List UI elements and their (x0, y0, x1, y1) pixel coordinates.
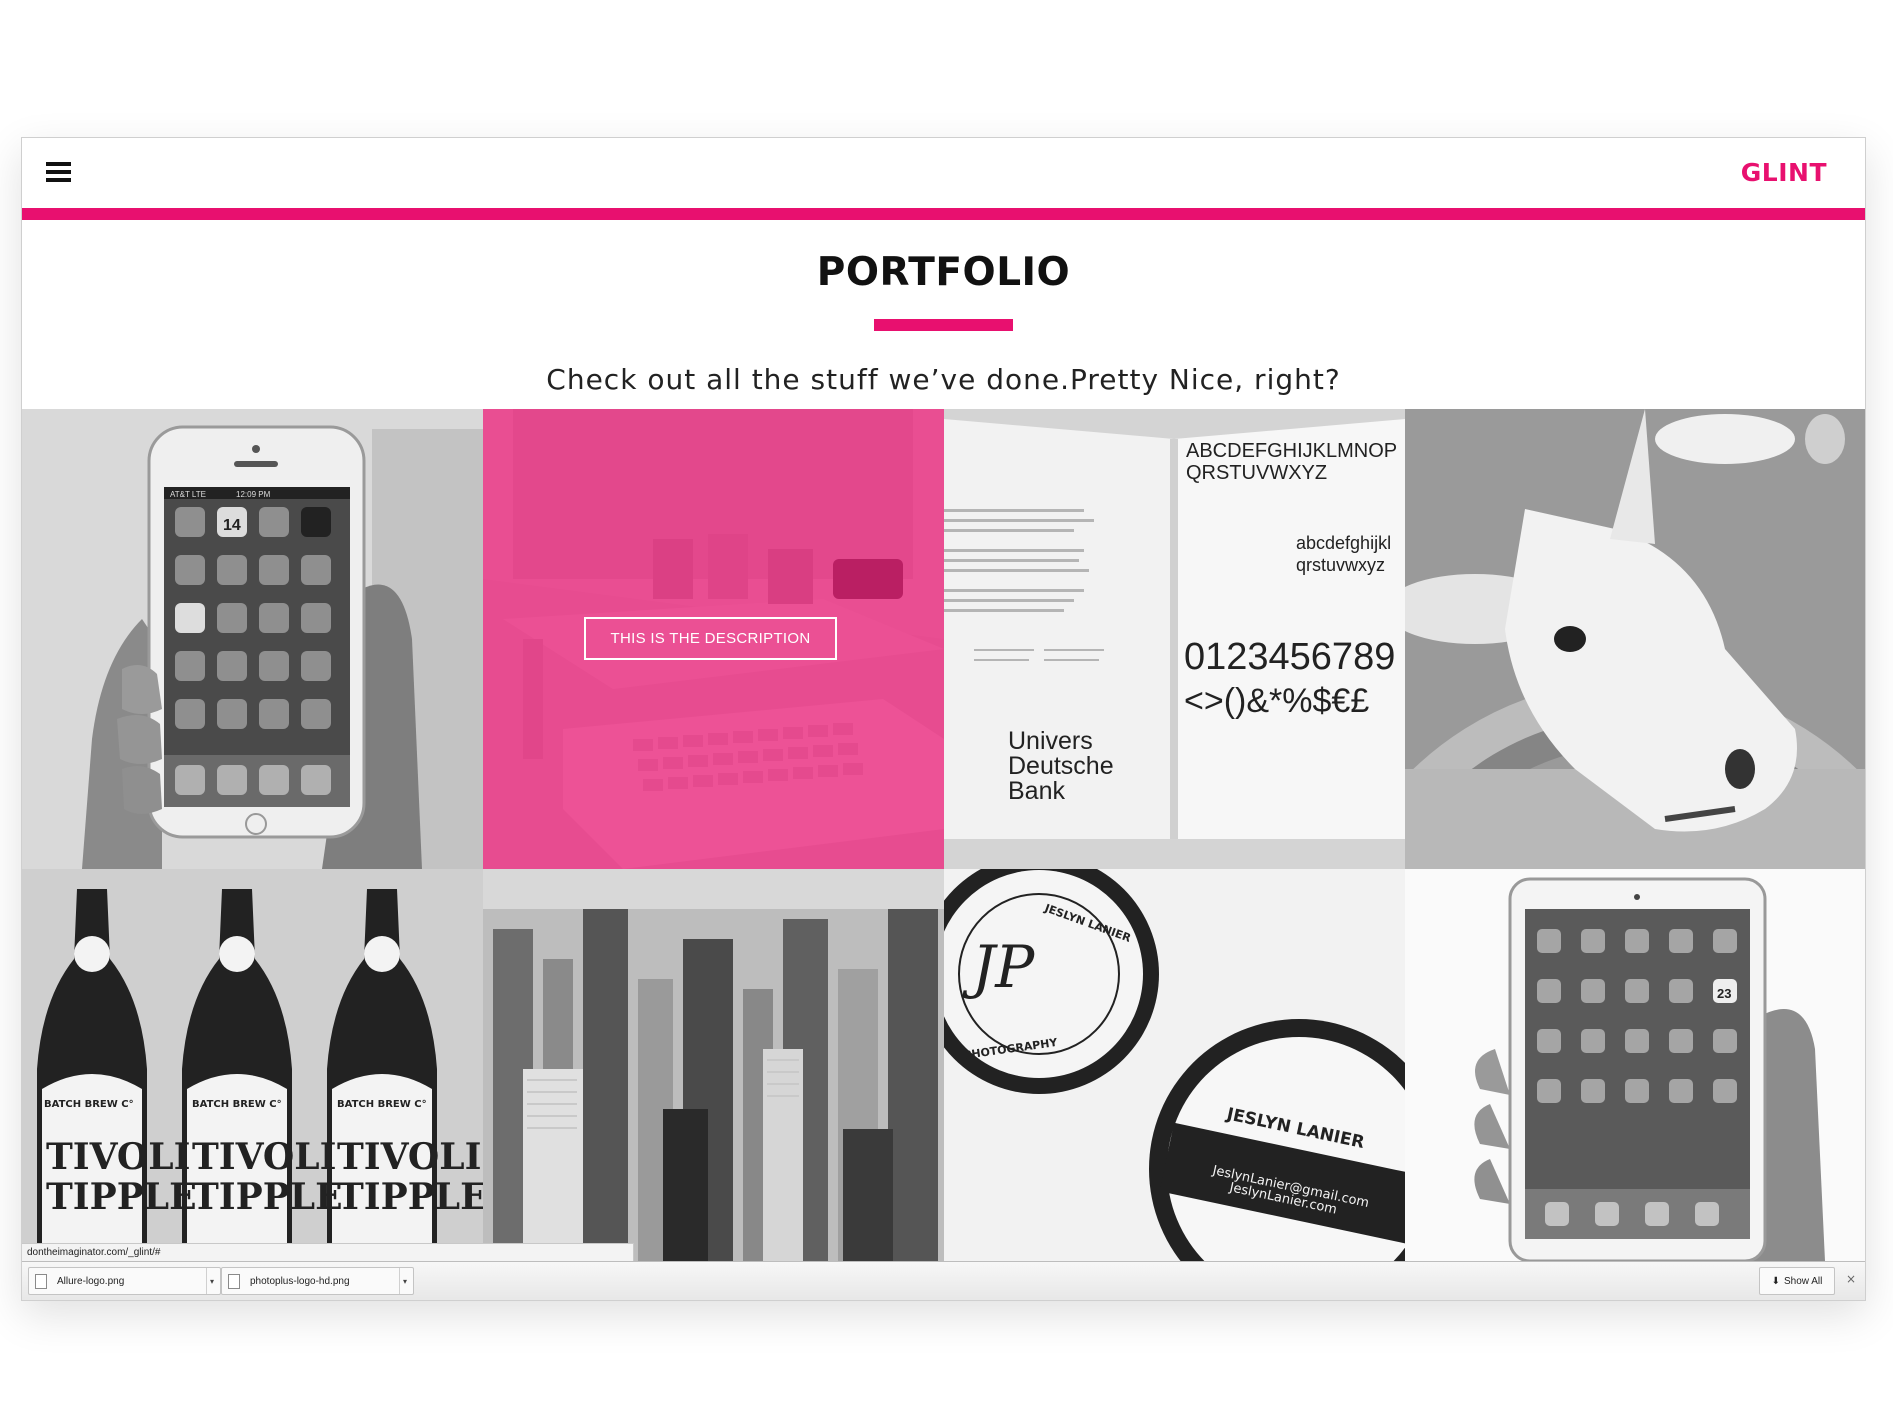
section-subtitle: Check out all the stuff we’ve done.Prett… (546, 363, 1341, 396)
svg-text:JP: JP (962, 933, 1035, 1001)
show-all-label: Show All (1784, 1275, 1823, 1287)
portfolio-item-workspace[interactable]: THIS IS THE DESCRIPTION (483, 409, 944, 869)
description-button[interactable]: THIS IS THE DESCRIPTION (584, 617, 837, 660)
downloads-bar: Allure-logo.png ▾ photoplus-logo-hd.png … (22, 1261, 1865, 1300)
portfolio-item-typography[interactable]: ABCDEFGHIJKLMNOP QRSTUVWXYZ abcdefghijkl… (944, 409, 1405, 869)
svg-text:BATCH BREW C°: BATCH BREW C° (337, 1099, 427, 1110)
portfolio-item-unicorn[interactable] (1405, 409, 1865, 869)
section-title: PORTFOLIO (816, 250, 1071, 295)
ipad-calendar-date: 23 (1717, 986, 1731, 1001)
chevron-down-icon[interactable]: ▾ (399, 1268, 410, 1294)
portfolio-item-beer[interactable]: BATCH BREW C° TIVOLI TIPPLE BATCH BREW C… (22, 869, 483, 1261)
status-bar-url: dontheimaginator.com/_glint/# (22, 1243, 634, 1261)
beer-label-name-2: TIPPLE (46, 1176, 197, 1218)
download-item-allure[interactable]: Allure-logo.png ▾ (28, 1267, 221, 1295)
business-cards-photo: JP JESLYN LANIER PHOTOGRAPHY JESLYN LANI… (944, 869, 1405, 1261)
svg-text:TIVOLI: TIVOLI (192, 1136, 336, 1178)
phone-carrier-text: AT&T LTE (170, 490, 206, 499)
book-title-1: Univers (1008, 727, 1093, 755)
book-uppercase-1: ABCDEFGHIJKLMNOP (1186, 440, 1397, 462)
show-all-button[interactable]: ⬇ Show All (1759, 1267, 1835, 1295)
book-title-3: Bank (1008, 777, 1065, 805)
book-title-2: Deutsche (1008, 752, 1114, 780)
city-skyline-photo (483, 869, 944, 1261)
site-header: GLINT (22, 138, 1865, 206)
beer-label-brand-1: BATCH BREW C° (44, 1099, 134, 1110)
download-item-photoplus[interactable]: photoplus-logo-hd.png ▾ (221, 1267, 414, 1295)
svg-text:TIVOLI: TIVOLI (337, 1136, 481, 1178)
download-filename: Allure-logo.png (57, 1275, 125, 1287)
brand-logo[interactable]: GLINT (1741, 158, 1827, 187)
browser-window: GLINT PORTFOLIO Check out all the stuff … (21, 137, 1866, 1301)
book-lowercase-2: qrstuvwxyz (1296, 555, 1385, 575)
book-digits: 0123456789 (1184, 636, 1395, 678)
title-underline (874, 319, 1013, 331)
beer-bottles-photo: BATCH BREW C° TIVOLI TIPPLE BATCH BREW C… (22, 869, 483, 1261)
download-arrow-icon: ⬇ (1771, 1275, 1781, 1287)
hamburger-icon[interactable] (46, 162, 71, 183)
svg-text:BATCH BREW C°: BATCH BREW C° (192, 1099, 282, 1110)
portfolio-grid: AT&T LTE 12:09 PM 14 THIS IS THE DESCRIP… (22, 409, 1865, 1261)
portfolio-item-iphone[interactable]: AT&T LTE 12:09 PM 14 (22, 409, 483, 869)
typography-book-photo: ABCDEFGHIJKLMNOP QRSTUVWXYZ abcdefghijkl… (944, 409, 1405, 869)
iphone-photo: AT&T LTE 12:09 PM 14 (22, 409, 483, 869)
svg-text:TIPPLE: TIPPLE (192, 1176, 343, 1218)
book-symbols: <>()&*%$€£ (1184, 682, 1369, 720)
ipad-photo: 23 (1405, 869, 1865, 1261)
unicorn-photo (1405, 409, 1865, 869)
close-icon[interactable]: × (1846, 1272, 1856, 1286)
beer-label-name-1: TIVOLI (46, 1136, 190, 1178)
file-icon (35, 1273, 47, 1289)
book-uppercase-2: QRSTUVWXYZ (1186, 462, 1327, 484)
chevron-down-icon[interactable]: ▾ (206, 1268, 217, 1294)
phone-time-text: 12:09 PM (236, 490, 271, 499)
book-lowercase-1: abcdefghijkl (1296, 533, 1391, 553)
portfolio-item-city[interactable] (483, 869, 944, 1261)
download-filename: photoplus-logo-hd.png (250, 1275, 350, 1287)
header-accent-bar (22, 208, 1865, 220)
calendar-date-text: 14 (223, 517, 241, 534)
portfolio-item-business-cards[interactable]: JP JESLYN LANIER PHOTOGRAPHY JESLYN LANI… (944, 869, 1405, 1261)
svg-text:TIPPLE: TIPPLE (337, 1176, 483, 1218)
portfolio-item-ipad[interactable]: 23 (1405, 869, 1865, 1261)
file-icon (228, 1273, 240, 1289)
